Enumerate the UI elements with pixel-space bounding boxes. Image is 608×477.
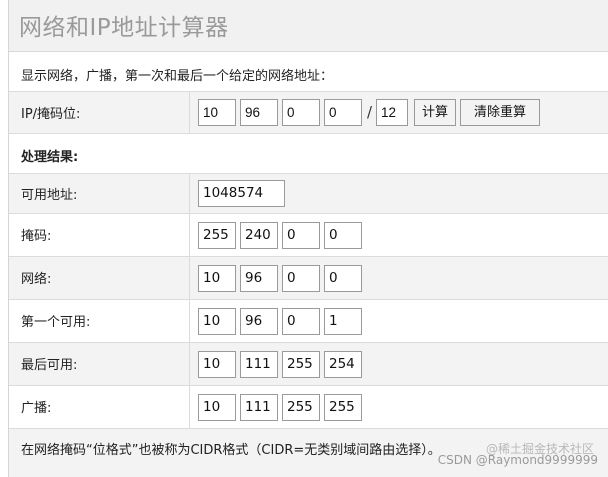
cidr-note: 在网络掩码“位格式”也被称为CIDR格式（CIDR=无类别域间路由选择）。 [21, 443, 441, 458]
mask-octet-4: 0 [324, 222, 362, 249]
broadcast-cell: 10 111 255 255 [189, 386, 362, 428]
mask-row: 掩码: 255 240 0 0 [9, 214, 608, 257]
last-octet-4: 254 [324, 351, 362, 378]
first-usable-label: 第一个可用: [21, 315, 91, 330]
first-octet-4: 1 [324, 308, 362, 335]
mask-bits-input[interactable] [376, 99, 408, 126]
last-octet-2: 111 [240, 351, 278, 378]
network-octet-3: 0 [282, 265, 320, 292]
broadcast-octet-1: 10 [198, 394, 236, 421]
usable-addresses-label: 可用地址: [21, 188, 78, 203]
broadcast-octet-3: 255 [282, 394, 320, 421]
last-usable-label: 最后可用: [21, 358, 78, 373]
usable-addresses-row: 可用地址: 1048574 [9, 174, 608, 214]
network-octet-1: 10 [198, 265, 236, 292]
octet-2-input[interactable] [240, 99, 278, 126]
broadcast-octet-4: 255 [324, 394, 362, 421]
network-cell: 10 96 0 0 [189, 257, 362, 299]
ip-input-cell: / 计算 清除重算 [189, 92, 540, 133]
network-octet-2: 96 [240, 265, 278, 292]
results-header: 处理结果: [21, 150, 79, 165]
network-octet-4: 0 [324, 265, 362, 292]
results-header-row: 处理结果: [9, 134, 608, 174]
slash-separator: / [367, 103, 373, 121]
ip-mask-label: IP/掩码位: [21, 107, 81, 122]
first-octet-1: 10 [198, 308, 236, 335]
mask-octet-1: 255 [198, 222, 236, 249]
calculate-button[interactable]: 计算 [414, 99, 456, 126]
mask-octet-2: 240 [240, 222, 278, 249]
broadcast-row: 广播: 10 111 255 255 [9, 386, 608, 429]
last-octet-1: 10 [198, 351, 236, 378]
mask-cell: 255 240 0 0 [189, 214, 362, 256]
mask-octet-3: 0 [282, 222, 320, 249]
octet-1-input[interactable] [198, 99, 236, 126]
clear-button[interactable]: 清除重算 [460, 99, 540, 126]
description-row: 显示网络，广播，第一次和最后一个给定的网络地址： [9, 52, 608, 92]
octet-4-input[interactable] [324, 99, 362, 126]
network-label: 网络: [21, 272, 52, 287]
first-usable-cell: 10 96 0 1 [189, 300, 362, 342]
usable-addresses-cell: 1048574 [189, 174, 285, 213]
title-bar: 网络和IP地址计算器 [9, 0, 608, 52]
mask-label: 掩码: [21, 229, 52, 244]
last-usable-row: 最后可用: 10 111 255 254 [9, 343, 608, 386]
first-octet-2: 96 [240, 308, 278, 335]
calculator-panel: 网络和IP地址计算器 显示网络，广播，第一次和最后一个给定的网络地址： IP/掩… [8, 0, 608, 477]
csdn-watermark: CSDN @Raymond9999999 [437, 453, 598, 467]
usable-addresses-value: 1048574 [198, 180, 285, 207]
ip-input-row: IP/掩码位: / 计算 清除重算 [9, 92, 608, 134]
description-text: 显示网络，广播，第一次和最后一个给定的网络地址： [21, 69, 334, 84]
page-title: 网络和IP地址计算器 [19, 15, 229, 41]
broadcast-label: 广播: [21, 401, 52, 416]
last-octet-3: 255 [282, 351, 320, 378]
broadcast-octet-2: 111 [240, 394, 278, 421]
first-octet-3: 0 [282, 308, 320, 335]
network-row: 网络: 10 96 0 0 [9, 257, 608, 300]
octet-3-input[interactable] [282, 99, 320, 126]
last-usable-cell: 10 111 255 254 [189, 343, 362, 385]
first-usable-row: 第一个可用: 10 96 0 1 [9, 300, 608, 343]
